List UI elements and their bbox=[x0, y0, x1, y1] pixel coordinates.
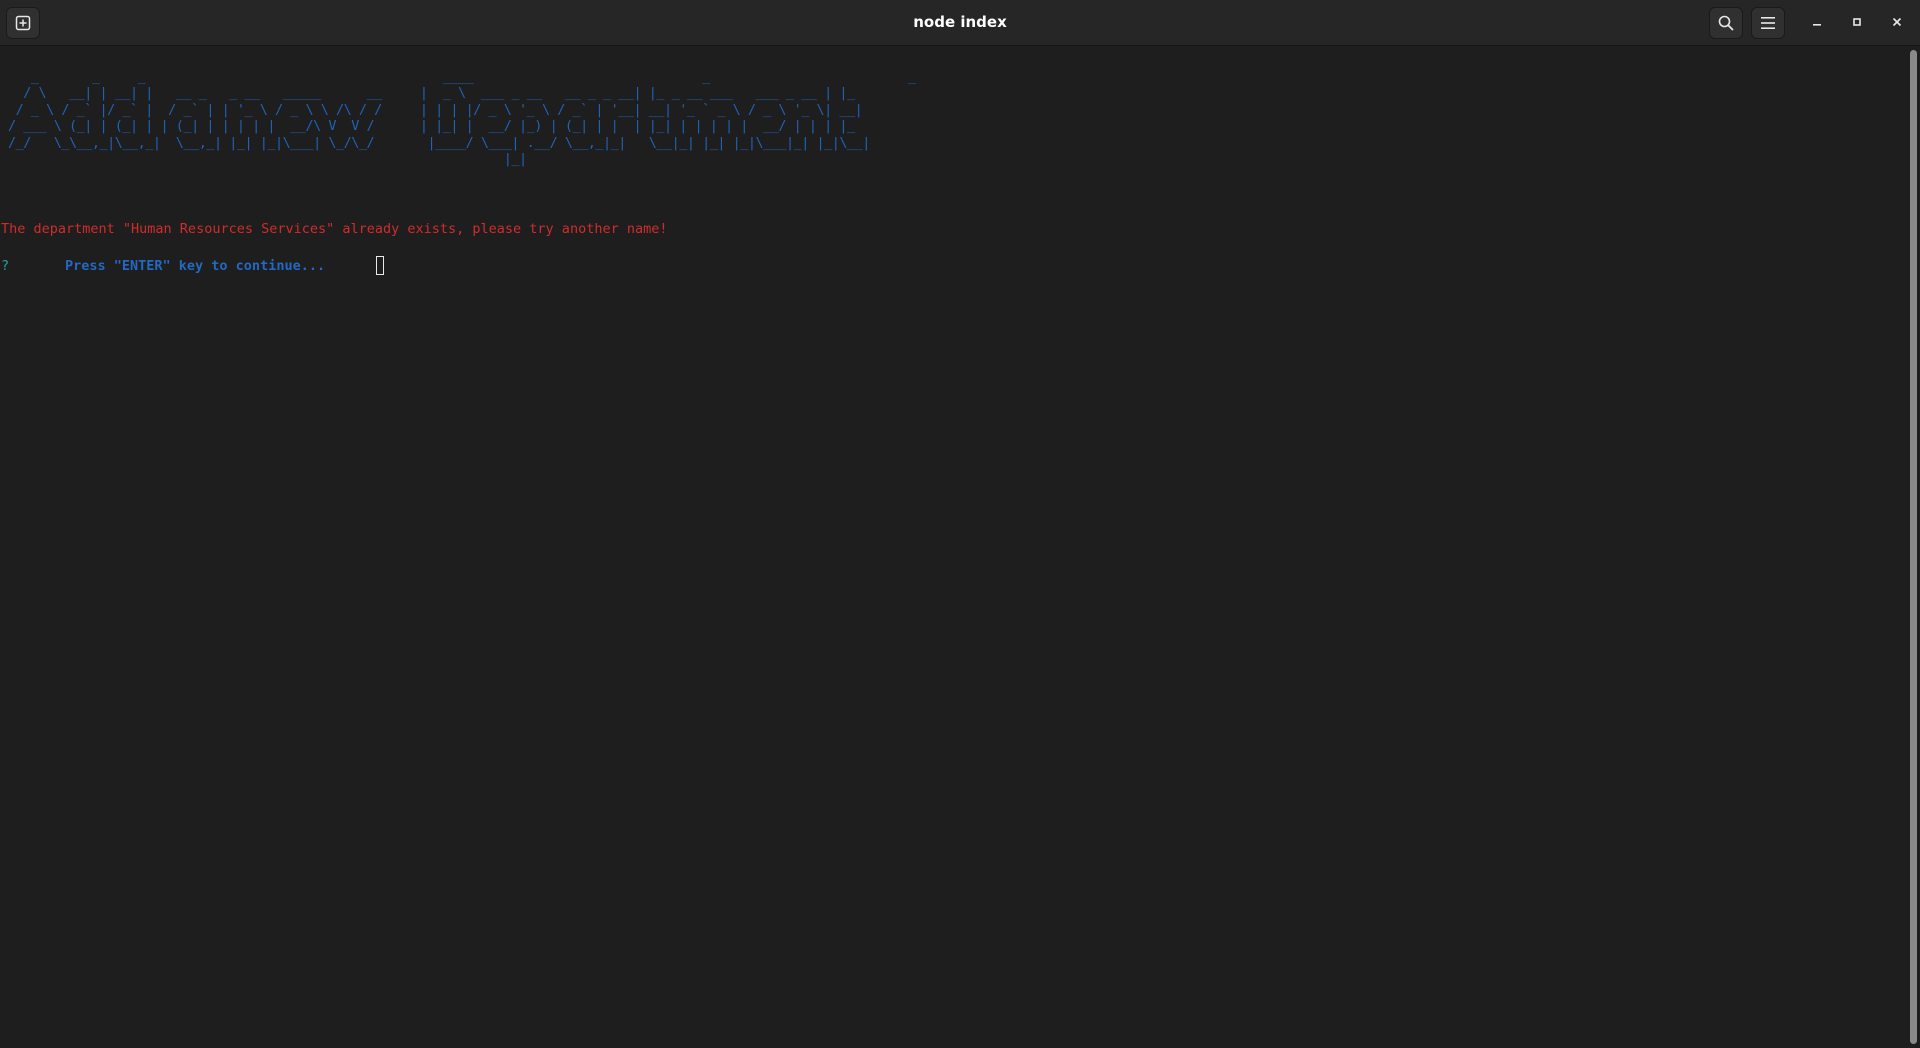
minimize-icon bbox=[1813, 24, 1821, 26]
ascii-banner: _ _ _ ____ _ _ / \ __| | __| | __ _ _ __… bbox=[8, 69, 916, 168]
minimize-button[interactable] bbox=[1804, 9, 1830, 35]
search-button[interactable] bbox=[1709, 7, 1743, 39]
menu-button[interactable] bbox=[1751, 7, 1785, 39]
scrollbar-thumb[interactable] bbox=[1910, 50, 1917, 1044]
search-icon bbox=[1718, 15, 1734, 31]
prompt-question-mark: ? bbox=[1, 258, 10, 274]
hamburger-menu-icon bbox=[1761, 17, 1775, 29]
window-title: node index bbox=[913, 13, 1007, 31]
prompt-text: Press "ENTER" key to continue... bbox=[65, 258, 326, 274]
close-icon bbox=[1892, 17, 1902, 27]
terminal-window: node index _ _ _ ____ _ _ / \ __| | __| … bbox=[0, 0, 1920, 1048]
close-button[interactable] bbox=[1884, 9, 1910, 35]
maximize-icon bbox=[1853, 18, 1861, 26]
error-message: The department "Human Resources Services… bbox=[1, 221, 668, 237]
terminal-output[interactable]: _ _ _ ____ _ _ / \ __| | __| | __ _ _ __… bbox=[0, 46, 1906, 1048]
vertical-scrollbar[interactable] bbox=[1906, 46, 1920, 1048]
header-bar: node index bbox=[0, 0, 1920, 46]
prompt-line: ? Press "ENTER" key to continue... bbox=[1, 256, 384, 278]
maximize-button[interactable] bbox=[1844, 9, 1870, 35]
text-cursor bbox=[376, 256, 384, 275]
